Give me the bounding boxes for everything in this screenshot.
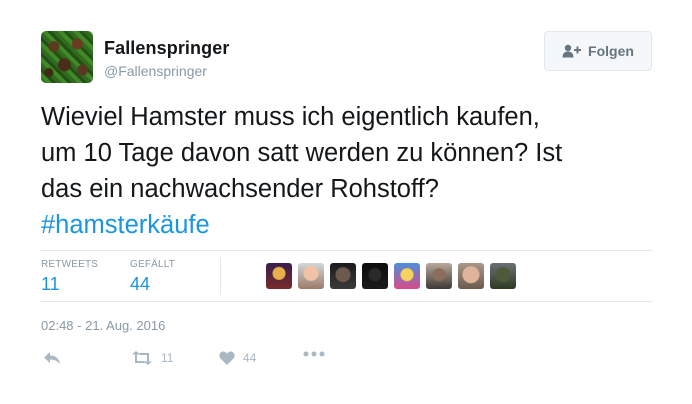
- reply-button[interactable]: [43, 351, 61, 365]
- likes-label: GEFÄLLT: [130, 259, 176, 270]
- liker-avatar[interactable]: [426, 263, 452, 289]
- likes-count[interactable]: 44: [130, 274, 175, 295]
- stats-separator: [220, 258, 221, 294]
- tweet-text-line: Wieviel Hamster muss ich eigentlich kauf…: [41, 103, 540, 131]
- retweets-count[interactable]: 11: [41, 274, 98, 295]
- retweets-stat[interactable]: RETWEETS 11: [41, 259, 98, 295]
- tweet-card: Fallenspringer @Fallenspringer Folgen Wi…: [0, 0, 692, 404]
- retweet-icon: [131, 351, 153, 365]
- reply-icon: [43, 351, 61, 365]
- user-display-name[interactable]: Fallenspringer: [104, 38, 229, 59]
- stats-divider-bottom: [41, 301, 652, 302]
- tweet-actions: 11 44: [41, 351, 341, 373]
- like-button[interactable]: 44: [219, 351, 256, 365]
- heart-icon: [219, 351, 235, 365]
- stats-divider-top: [41, 250, 652, 251]
- liker-avatar[interactable]: [298, 263, 324, 289]
- tweet-text-line: um 10 Tage davon satt werden zu können? …: [41, 139, 563, 167]
- like-count: 44: [243, 351, 257, 365]
- user-handle[interactable]: @Fallenspringer: [104, 63, 207, 79]
- follow-button-label: Folgen: [588, 43, 634, 59]
- liker-avatar[interactable]: [490, 263, 516, 289]
- liker-avatar[interactable]: [362, 263, 388, 289]
- avatar[interactable]: [41, 31, 93, 83]
- liker-avatar[interactable]: [330, 263, 356, 289]
- retweet-button[interactable]: 11: [131, 351, 173, 365]
- likes-stat[interactable]: GEFÄLLT 44: [130, 259, 175, 295]
- follow-person-plus-icon: [562, 44, 582, 58]
- hashtag-link[interactable]: #hamsterkäufe: [41, 207, 661, 243]
- retweets-label: RETWEETS: [41, 259, 99, 270]
- likers-avatars: [266, 263, 516, 289]
- liker-avatar[interactable]: [458, 263, 484, 289]
- tweet-timestamp[interactable]: 02:48 - 21. Aug. 2016: [41, 318, 165, 333]
- liker-avatar[interactable]: [394, 263, 420, 289]
- follow-button[interactable]: Folgen: [544, 31, 652, 71]
- retweet-count: 11: [161, 351, 174, 365]
- more-button[interactable]: [303, 351, 325, 357]
- tweet-text: Wieviel Hamster muss ich eigentlich kauf…: [41, 99, 661, 243]
- tweet-text-line: das ein nachwachsender Rohstoff?: [41, 175, 439, 203]
- more-dots-icon: [303, 351, 325, 357]
- liker-avatar[interactable]: [266, 263, 292, 289]
